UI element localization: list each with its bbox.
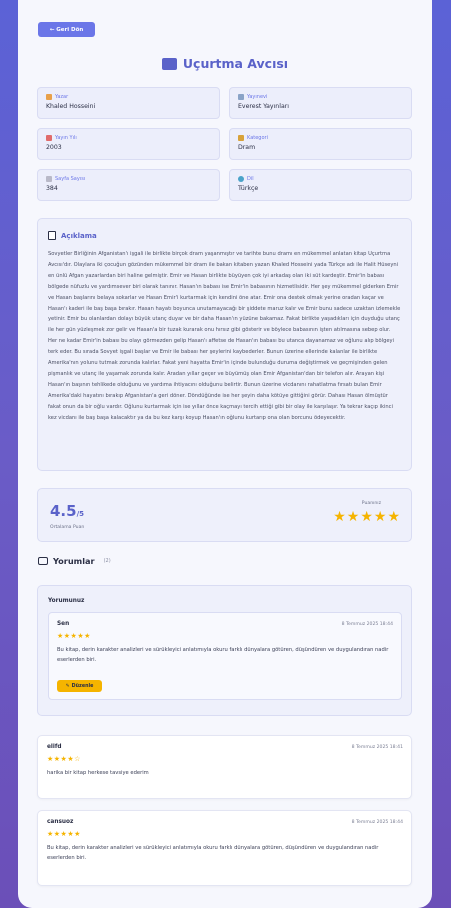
your-comment-heading: Yorumunuz bbox=[48, 598, 85, 604]
comment-text: Bu kitap, derin karakter analizleri ve s… bbox=[57, 647, 389, 663]
comments-heading: Yorumlar (2) bbox=[38, 556, 111, 566]
comment-stars: ★★★★★ bbox=[57, 632, 91, 640]
comment-date: 8 Temmuz 2025 18:44 bbox=[351, 820, 403, 825]
comment-item: cansuoz 8 Temmuz 2025 18:44 ★★★★★ Bu kit… bbox=[37, 810, 412, 886]
info-year-value: 2003 bbox=[46, 144, 62, 151]
average-rating-label: Ortalama Puan bbox=[50, 525, 85, 530]
your-rating-label: Puanınız bbox=[361, 501, 381, 506]
your-comment-section: Yorumunuz Sen 8 Temmuz 2025 18:44 ★★★★★ … bbox=[37, 585, 412, 716]
back-button-label: ← Geri Dön bbox=[49, 26, 84, 33]
comment-date: 8 Temmuz 2025 18:44 bbox=[341, 622, 393, 627]
comments-count: (2) bbox=[103, 558, 111, 564]
book-icon bbox=[161, 57, 177, 70]
book-detail-card: ← Geri Dön Uçurtma Avcısı Yazar Khaled H… bbox=[18, 0, 432, 908]
description-heading: Açıklama bbox=[61, 231, 97, 240]
globe-icon bbox=[238, 176, 244, 182]
average-rating: 4.5/5 bbox=[50, 502, 84, 520]
info-year-label: Yayın Yılı bbox=[55, 135, 77, 141]
comment-user: cansuoz bbox=[47, 819, 74, 825]
comment-stars: ★★★★★ bbox=[47, 830, 81, 838]
comment-item: elifd 8 Temmuz 2025 18:41 ★★★★☆ harika b… bbox=[37, 735, 412, 799]
info-category-value: Dram bbox=[238, 144, 256, 151]
pencil-icon: ✎ bbox=[65, 683, 70, 689]
comment-user: elifd bbox=[47, 744, 62, 750]
info-language: Dil Türkçe bbox=[229, 169, 412, 201]
comment-text: harika bir kitap herkese tavsiye ederim bbox=[47, 770, 149, 776]
info-author-label: Yazar bbox=[55, 94, 69, 100]
info-pages-label: Sayfa Sayısı bbox=[55, 176, 86, 182]
pen-icon bbox=[46, 94, 52, 100]
tag-icon bbox=[238, 135, 244, 141]
info-category: Kategori Dram bbox=[229, 128, 412, 160]
info-author-value: Khaled Hosseini bbox=[46, 103, 96, 110]
info-language-label: Dil bbox=[247, 176, 254, 182]
comment-text: Bu kitap, derin karakter analizleri ve s… bbox=[47, 845, 379, 861]
your-rating-stars[interactable]: ★★★★★ bbox=[333, 509, 401, 525]
info-year: Yayın Yılı 2003 bbox=[37, 128, 220, 160]
info-publisher-label: Yayınevi bbox=[247, 94, 268, 100]
edit-comment-button[interactable]: ✎ Düzenle bbox=[57, 680, 102, 692]
back-button[interactable]: ← Geri Dön bbox=[38, 22, 95, 37]
info-pages: Sayfa Sayısı 384 bbox=[37, 169, 220, 201]
page-icon bbox=[46, 176, 52, 182]
info-category-label: Kategori bbox=[247, 135, 268, 141]
building-icon bbox=[238, 94, 244, 100]
memo-icon bbox=[48, 231, 56, 240]
description-section: Açıklama Sovyetler Birliğinin Afganistan… bbox=[37, 218, 412, 471]
book-title: Uçurtma Avcısı bbox=[182, 56, 289, 71]
comment-date: 8 Temmuz 2025 18:41 bbox=[351, 745, 403, 750]
edit-button-label: Düzenle bbox=[71, 683, 94, 689]
rating-section: 4.5/5 Ortalama Puan Puanınız ★★★★★ bbox=[37, 488, 412, 542]
info-publisher: Yayınevi Everest Yayınları bbox=[229, 87, 412, 119]
info-author: Yazar Khaled Hosseini bbox=[37, 87, 220, 119]
chat-icon bbox=[38, 557, 48, 565]
info-language-value: Türkçe bbox=[238, 185, 259, 192]
average-rating-value: 4.5 bbox=[50, 502, 77, 520]
average-rating-scale: /5 bbox=[76, 510, 85, 518]
description-text: Sovyetler Birliğinin Afganistan'ı işgali… bbox=[48, 251, 401, 421]
info-pages-value: 384 bbox=[46, 185, 58, 192]
your-comment-card: Sen 8 Temmuz 2025 18:44 ★★★★★ Bu kitap, … bbox=[48, 612, 402, 700]
comments-heading-label: Yorumlar bbox=[53, 556, 95, 566]
page-title: Uçurtma Avcısı bbox=[18, 56, 432, 71]
calendar-icon bbox=[46, 135, 52, 141]
info-publisher-value: Everest Yayınları bbox=[238, 103, 290, 110]
comment-stars: ★★★★☆ bbox=[47, 755, 81, 763]
